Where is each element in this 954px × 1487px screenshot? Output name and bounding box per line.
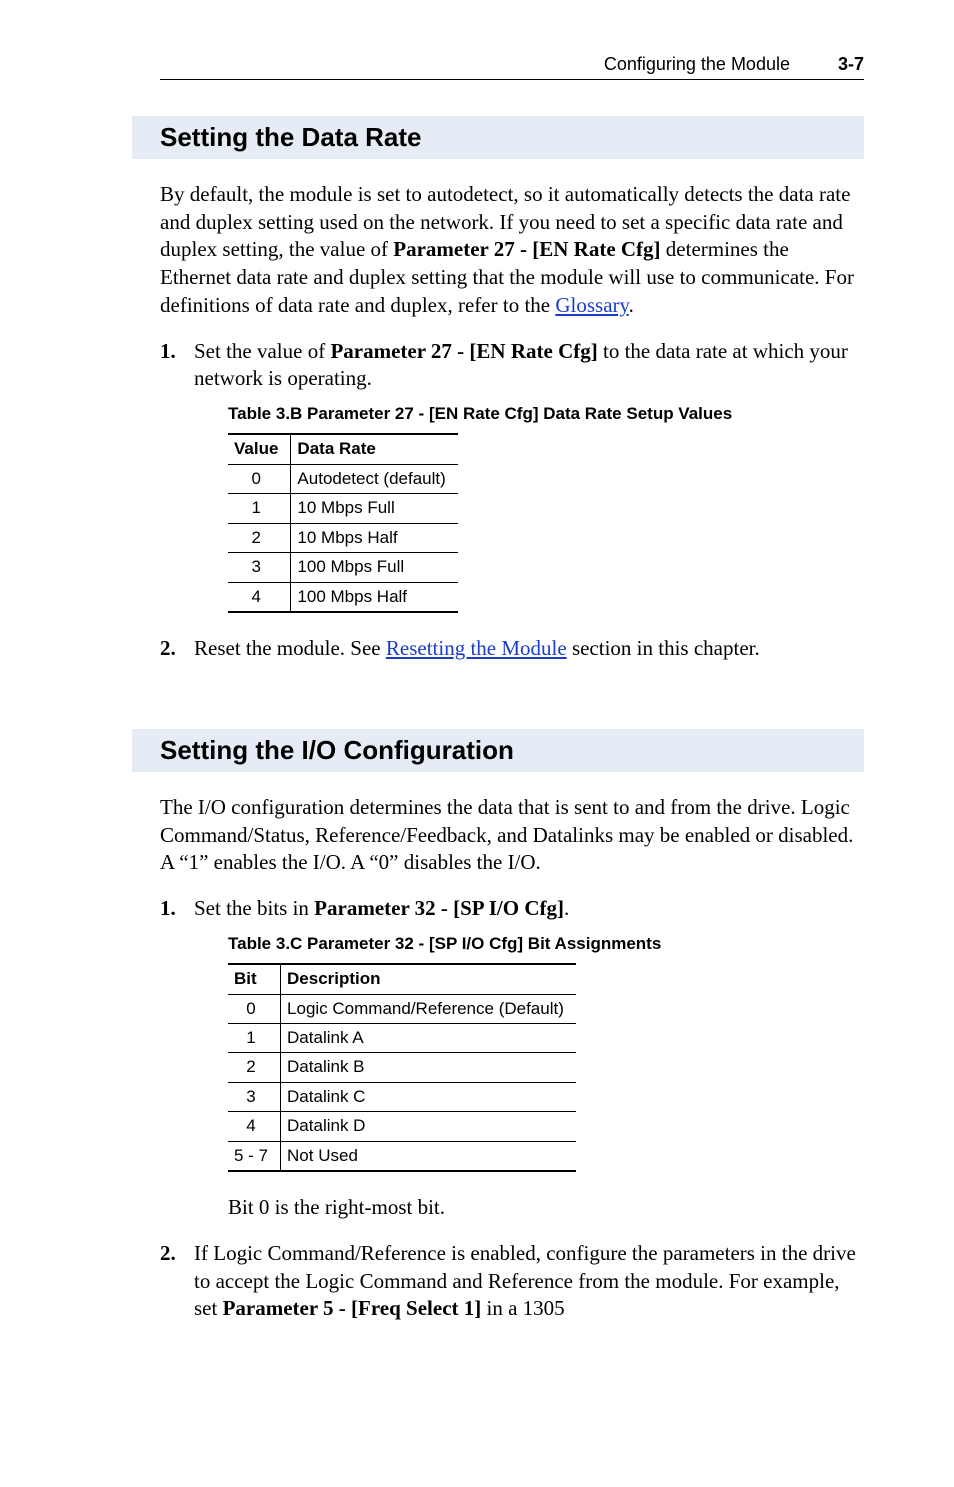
table-row: 5 - 7Not Used xyxy=(228,1141,576,1171)
cell-value: 1 xyxy=(228,494,291,523)
section2-intro: The I/O configuration determines the dat… xyxy=(160,794,864,877)
cell-bit: 1 xyxy=(228,1024,281,1053)
text: section in this chapter. xyxy=(567,636,760,660)
table-3c-caption: Table 3.C Parameter 32 - [SP I/O Cfg] Bi… xyxy=(228,933,864,955)
table-row: 4100 Mbps Half xyxy=(228,582,458,612)
text: Reset the module. See xyxy=(194,636,386,660)
cell-desc: Logic Command/Reference (Default) xyxy=(281,994,576,1023)
text: Set the bits in xyxy=(194,896,314,920)
table-row: 3100 Mbps Full xyxy=(228,553,458,582)
page: Configuring the Module 3-7 Setting the D… xyxy=(0,0,954,1401)
col-header-data-rate: Data Rate xyxy=(291,434,458,464)
section2-steps: 1. Set the bits in Parameter 32 - [SP I/… xyxy=(160,895,864,1323)
col-header-description: Description xyxy=(281,964,576,994)
table-header-row: Bit Description xyxy=(228,964,576,994)
step-number: 2. xyxy=(160,635,176,663)
table-row: 210 Mbps Half xyxy=(228,523,458,552)
text: in a 1305 xyxy=(481,1296,564,1320)
cell-desc: 10 Mbps Half xyxy=(291,523,458,552)
cell-value: 3 xyxy=(228,553,291,582)
cell-bit: 0 xyxy=(228,994,281,1023)
glossary-link[interactable]: Glossary xyxy=(555,293,628,317)
cell-desc: Datalink D xyxy=(281,1112,576,1141)
table-row: 0Autodetect (default) xyxy=(228,464,458,493)
section1-intro: By default, the module is set to autodet… xyxy=(160,181,864,320)
col-header-value: Value xyxy=(228,434,291,464)
table-row: 1Datalink A xyxy=(228,1024,576,1053)
section1-steps: 1. Set the value of Parameter 27 - [EN R… xyxy=(160,338,864,663)
cell-value: 4 xyxy=(228,582,291,612)
cell-desc: Datalink C xyxy=(281,1082,576,1111)
cell-value: 0 xyxy=(228,464,291,493)
section-heading-data-rate: Setting the Data Rate xyxy=(132,116,864,159)
section1-step-1: 1. Set the value of Parameter 27 - [EN R… xyxy=(160,338,864,614)
running-head-page: 3-7 xyxy=(838,54,864,75)
text: Set the value of xyxy=(194,339,330,363)
text: . xyxy=(564,896,569,920)
cell-bit: 2 xyxy=(228,1053,281,1082)
param-32-name: Parameter 32 - [SP I/O Cfg] xyxy=(314,896,564,920)
header-rule xyxy=(160,79,864,80)
table-3b-caption: Table 3.B Parameter 27 - [EN Rate Cfg] D… xyxy=(228,403,864,425)
section1-step-2: 2. Reset the module. See Resetting the M… xyxy=(160,635,864,663)
table-row: 2Datalink B xyxy=(228,1053,576,1082)
section-heading-io-config: Setting the I/O Configuration xyxy=(132,729,864,772)
bit0-note: Bit 0 is the right-most bit. xyxy=(228,1194,864,1222)
running-head-title: Configuring the Module xyxy=(604,54,790,75)
table-row: 0Logic Command/Reference (Default) xyxy=(228,994,576,1023)
table-3b: Value Data Rate 0Autodetect (default) 11… xyxy=(228,433,458,613)
text: . xyxy=(629,293,634,317)
cell-bit: 5 - 7 xyxy=(228,1141,281,1171)
table-row: 4Datalink D xyxy=(228,1112,576,1141)
cell-desc: Not Used xyxy=(281,1141,576,1171)
step-number: 1. xyxy=(160,895,176,923)
step-number: 1. xyxy=(160,338,176,366)
param-27-name: Parameter 27 - [EN Rate Cfg] xyxy=(330,339,597,363)
cell-desc: Datalink A xyxy=(281,1024,576,1053)
table-row: 110 Mbps Full xyxy=(228,494,458,523)
cell-desc: 100 Mbps Half xyxy=(291,582,458,612)
param-5-name: Parameter 5 - [Freq Select 1] xyxy=(223,1296,482,1320)
section2-step-1: 1. Set the bits in Parameter 32 - [SP I/… xyxy=(160,895,864,1222)
table-header-row: Value Data Rate xyxy=(228,434,458,464)
cell-bit: 3 xyxy=(228,1082,281,1111)
resetting-module-link[interactable]: Resetting the Module xyxy=(386,636,567,660)
running-head: Configuring the Module 3-7 xyxy=(160,54,864,75)
cell-bit: 4 xyxy=(228,1112,281,1141)
section2-step-2: 2. If Logic Command/Reference is enabled… xyxy=(160,1240,864,1323)
col-header-bit: Bit xyxy=(228,964,281,994)
table-row: 3Datalink C xyxy=(228,1082,576,1111)
table-3c: Bit Description 0Logic Command/Reference… xyxy=(228,963,576,1172)
cell-desc: Datalink B xyxy=(281,1053,576,1082)
cell-desc: 100 Mbps Full xyxy=(291,553,458,582)
step-number: 2. xyxy=(160,1240,176,1268)
cell-desc: 10 Mbps Full xyxy=(291,494,458,523)
param-27-name: Parameter 27 - [EN Rate Cfg] xyxy=(393,237,660,261)
cell-desc: Autodetect (default) xyxy=(291,464,458,493)
cell-value: 2 xyxy=(228,523,291,552)
